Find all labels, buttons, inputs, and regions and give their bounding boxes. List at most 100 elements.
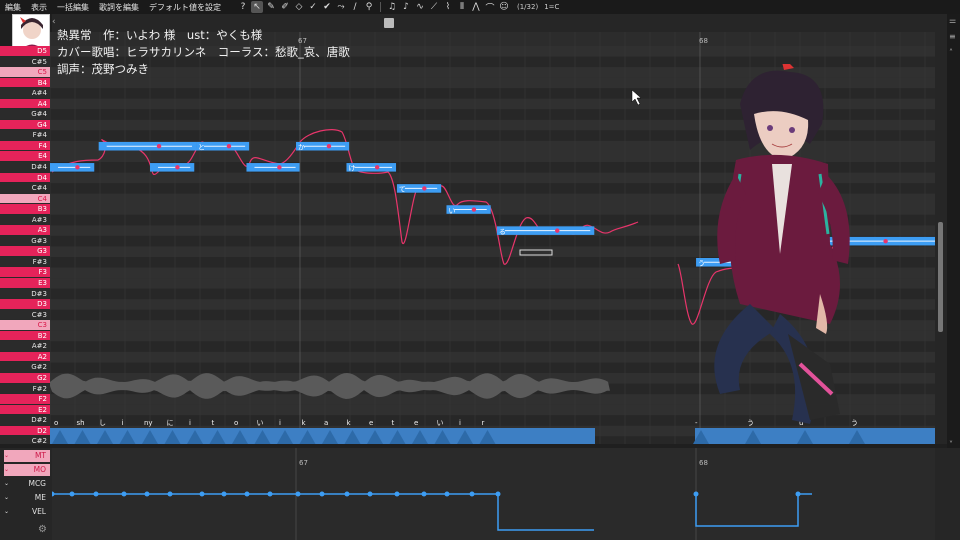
piano-key[interactable]: A4 — [0, 98, 50, 110]
piano-key[interactable]: C5 — [0, 67, 50, 78]
fade-icon[interactable]: ⋀ — [470, 1, 482, 13]
piano-key[interactable]: F#3 — [0, 256, 50, 268]
phoneme-label[interactable]: a — [324, 419, 328, 427]
phoneme-label[interactable]: i — [122, 419, 124, 427]
chevron-down-icon[interactable]: ⌄ — [4, 506, 16, 518]
phoneme-label[interactable]: に — [167, 419, 174, 427]
param-me[interactable]: ⌄ ME — [4, 492, 50, 504]
piano-key[interactable]: F#4 — [0, 130, 50, 141]
piano-key[interactable]: C#5 — [0, 56, 50, 68]
param-vel[interactable]: ⌄ VEL — [4, 506, 50, 518]
piano-key[interactable]: G#3 — [0, 235, 50, 247]
face-icon[interactable]: ☺ — [498, 1, 510, 13]
piano-key[interactable]: D#3 — [0, 288, 50, 300]
param-point[interactable] — [693, 491, 699, 497]
piano-key[interactable]: D3 — [0, 299, 50, 310]
param-mcg[interactable]: ⌄ MCG — [4, 478, 50, 490]
phoneme-label[interactable]: い — [257, 419, 264, 427]
param-point[interactable] — [795, 491, 801, 497]
pitch-point[interactable] — [75, 165, 80, 170]
param-point[interactable] — [93, 491, 99, 497]
phoneme-label[interactable]: ny — [144, 419, 153, 427]
phoneme-label[interactable]: i — [459, 419, 461, 427]
chevron-down-icon[interactable]: ⌄ — [4, 478, 16, 490]
param-point[interactable] — [495, 491, 501, 497]
eraser-tool-icon[interactable]: ◇ — [293, 1, 305, 13]
piano-key[interactable]: A#2 — [0, 341, 50, 352]
curve-icon[interactable]: ⌒ — [484, 1, 496, 14]
piano-key[interactable]: C3 — [0, 320, 50, 331]
param-point[interactable] — [144, 491, 150, 497]
menu-hamburger-icon[interactable]: ≡ — [949, 32, 956, 41]
param-mt[interactable]: ⌄ MT — [4, 450, 50, 462]
pitch-curve-icon[interactable]: ⌇ — [442, 1, 454, 13]
param-point[interactable] — [444, 491, 450, 497]
piano-key[interactable]: F#2 — [0, 383, 50, 395]
param-point[interactable] — [421, 491, 427, 497]
pitch-point[interactable] — [226, 144, 232, 149]
piano-key[interactable]: C#4 — [0, 183, 50, 194]
chevron-down-icon[interactable]: ⌄ — [4, 464, 16, 476]
menu-batch-edit[interactable]: 一括編集 — [52, 2, 94, 13]
piano-key[interactable]: E2 — [0, 404, 50, 416]
portamento-icon[interactable]: ⟋ — [428, 1, 440, 13]
phoneme-label[interactable]: t — [392, 419, 395, 427]
eyedropper-icon[interactable]: ⚲ — [363, 1, 375, 13]
param-point[interactable] — [344, 491, 350, 497]
param-point[interactable] — [267, 491, 273, 497]
gear-icon[interactable]: ⚙ — [38, 524, 47, 535]
piano-key[interactable]: B3 — [0, 204, 50, 215]
param-point[interactable] — [69, 491, 75, 497]
phoneme-label[interactable]: t — [212, 419, 215, 427]
chevron-down-icon[interactable]: ⌄ — [4, 492, 16, 504]
piano-key[interactable]: C4 — [0, 193, 50, 205]
phoneme-label[interactable]: e — [414, 419, 418, 427]
phoneme-label[interactable]: e — [369, 419, 373, 427]
param-point[interactable] — [244, 491, 250, 497]
knife-tool-icon[interactable]: ∕ — [349, 1, 361, 13]
piano-key[interactable]: E3 — [0, 278, 50, 289]
piano-keys[interactable]: D5 C#5 C5 B4 A#4 A4 G#4 G4 F#4 F4 E4 D#4 D4 C#4 C4 B3 A#… — [0, 46, 50, 444]
piano-key[interactable]: D5 — [0, 46, 50, 57]
piano-key[interactable]: F3 — [0, 267, 50, 279]
piano-key[interactable]: D2 — [0, 425, 50, 437]
piano-key[interactable]: C#3 — [0, 309, 50, 321]
phoneme-label[interactable]: し — [99, 419, 106, 427]
menu-edit[interactable]: 編集 — [0, 2, 26, 13]
note-icon[interactable]: ♫ — [386, 1, 398, 13]
piano-key[interactable]: D#4 — [0, 162, 50, 173]
pitch-point[interactable] — [156, 144, 162, 149]
param-point[interactable] — [199, 491, 205, 497]
pitch-line-icon[interactable]: ✔ — [321, 1, 333, 13]
menu-edit-lyrics[interactable]: 歌詞を編集 — [94, 2, 144, 13]
pitch-point[interactable] — [422, 186, 427, 191]
piano-key[interactable]: G4 — [0, 119, 50, 131]
help-icon[interactable]: ? — [237, 1, 249, 13]
cursor-tool-icon[interactable]: ↖ — [251, 1, 263, 13]
piano-key[interactable]: E4 — [0, 151, 50, 163]
scroll-up-icon[interactable]: ˄ — [949, 48, 953, 57]
piano-key[interactable]: A#4 — [0, 88, 50, 99]
pen-plus-tool-icon[interactable]: ✐ — [279, 1, 291, 13]
phoneme-label[interactable]: i — [189, 419, 191, 427]
pencil-tool-icon[interactable]: ✎ — [265, 1, 277, 13]
vibrato-icon[interactable]: ∿ — [414, 1, 426, 13]
waveform-icon[interactable]: ⫴ — [456, 1, 468, 13]
param-point[interactable] — [221, 491, 227, 497]
phoneme-label[interactable]: r — [482, 419, 485, 427]
piano-key[interactable]: A2 — [0, 351, 50, 363]
piano-key[interactable]: D4 — [0, 172, 50, 184]
piano-key[interactable]: F2 — [0, 394, 50, 405]
phoneme-label[interactable]: o — [54, 419, 58, 427]
pitch-point[interactable] — [375, 165, 380, 170]
param-point[interactable] — [367, 491, 373, 497]
key-value[interactable]: 1=C — [544, 3, 559, 11]
piano-key[interactable]: D#2 — [0, 415, 50, 426]
param-point[interactable] — [121, 491, 127, 497]
phoneme-label[interactable]: o — [234, 419, 238, 427]
piano-key[interactable]: G#2 — [0, 362, 50, 373]
piano-key[interactable]: B4 — [0, 77, 50, 89]
pitch-point[interactable] — [555, 228, 560, 233]
phoneme-label[interactable]: sh — [77, 419, 85, 427]
pitch-point[interactable] — [175, 165, 180, 170]
